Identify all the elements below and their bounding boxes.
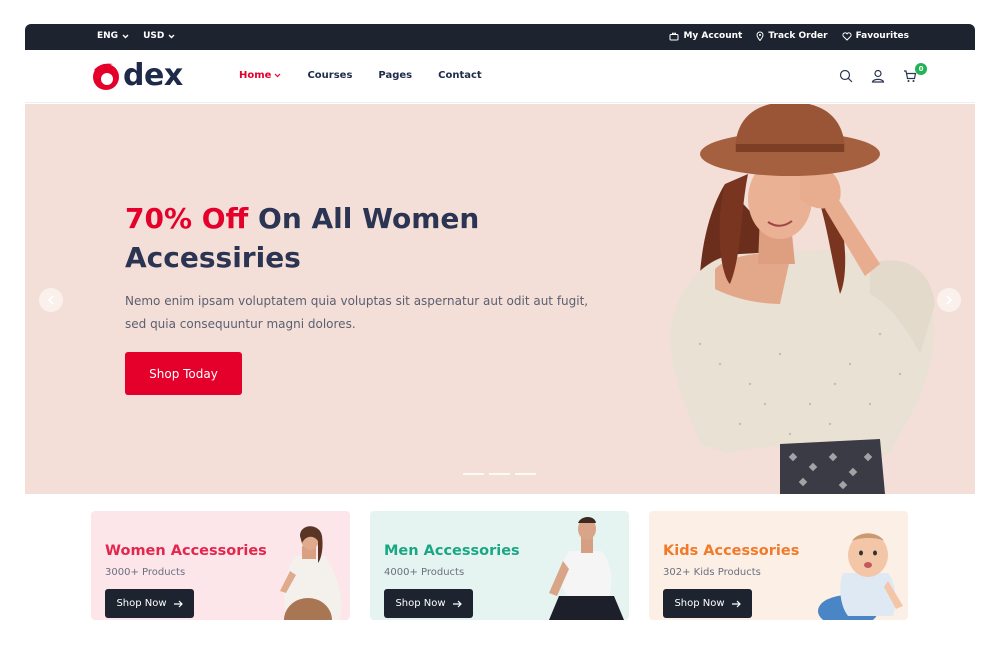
nav-home-label: Home xyxy=(239,70,272,81)
track-order-link[interactable]: Track Order xyxy=(756,31,828,41)
my-account-link[interactable]: My Account xyxy=(669,31,742,41)
category-subtitle: 4000+ Products xyxy=(384,567,465,578)
logo[interactable]: dex xyxy=(91,58,183,93)
category-title: Women Accessories xyxy=(105,543,267,559)
category-title: Kids Accessories xyxy=(663,543,800,559)
category-subtitle: 302+ Kids Products xyxy=(663,567,761,578)
my-account-label: My Account xyxy=(683,31,743,41)
hero-slider: 70% Off On All Women Accessiries Nemo en… xyxy=(25,104,975,494)
slider-dot[interactable] xyxy=(489,473,510,475)
currency-value: USD xyxy=(143,31,165,41)
arrow-right-icon xyxy=(452,600,462,607)
hero-description: Nemo enim ipsam voluptatem quia voluptas… xyxy=(125,294,589,331)
slider-dot[interactable] xyxy=(515,473,536,475)
main-header: dex Home Courses Pages Contact 0 xyxy=(25,50,975,103)
logo-text: dex xyxy=(123,58,183,93)
category-card-women[interactable]: Women Accessories 3000+ Products Shop No… xyxy=(91,511,350,620)
hero-title-highlight: 70% Off xyxy=(125,202,249,235)
shop-now-button[interactable]: Shop Now xyxy=(105,589,194,618)
nav-home[interactable]: Home xyxy=(239,70,281,81)
category-card-men[interactable]: Men Accessories 4000+ Products Shop Now xyxy=(370,511,629,620)
slider-prev-button[interactable] xyxy=(39,288,63,312)
favourites-link[interactable]: Favourites xyxy=(841,31,909,41)
shop-today-button[interactable]: Shop Today xyxy=(125,352,242,395)
nav-courses-label: Courses xyxy=(307,70,353,81)
header-actions: 0 xyxy=(839,63,927,84)
category-title: Men Accessories xyxy=(384,543,520,559)
chevron-down-icon xyxy=(275,73,281,78)
nav-contact[interactable]: Contact xyxy=(438,70,482,81)
top-bar: ENG USD My Account Track Order Favourite… xyxy=(25,24,975,50)
men-model-image xyxy=(549,517,624,620)
chevron-down-icon xyxy=(122,34,129,38)
user-icon xyxy=(871,69,885,83)
hero-title: 70% Off On All Women Accessiries xyxy=(125,199,545,277)
nav-contact-label: Contact xyxy=(438,70,482,81)
women-model-image xyxy=(280,526,342,620)
nav-courses[interactable]: Courses xyxy=(307,70,352,81)
shop-now-label: Shop Now xyxy=(116,598,167,609)
main-nav: Home Courses Pages Contact xyxy=(239,70,482,81)
track-order-label: Track Order xyxy=(768,31,828,41)
search-button[interactable] xyxy=(839,68,855,84)
page-frame: ENG USD My Account Track Order Favourite… xyxy=(25,24,975,620)
category-cards: Women Accessories 3000+ Products Shop No… xyxy=(91,511,908,620)
slider-dot[interactable] xyxy=(463,473,484,475)
hero-model-image xyxy=(670,104,935,494)
location-pin-icon xyxy=(756,31,764,41)
briefcase-icon xyxy=(669,32,679,40)
nav-pages[interactable]: Pages xyxy=(378,70,412,81)
arrow-right-icon xyxy=(173,600,183,607)
shop-now-label: Shop Now xyxy=(395,598,446,609)
chevron-right-icon xyxy=(946,295,953,305)
category-card-kids[interactable]: Kids Accessories 302+ Kids Products Shop… xyxy=(649,511,908,620)
kid-model-image xyxy=(818,533,903,620)
language-selector[interactable]: ENG xyxy=(97,31,129,41)
category-subtitle: 3000+ Products xyxy=(105,567,186,578)
shop-now-button[interactable]: Shop Now xyxy=(663,589,752,618)
cart-count-badge: 0 xyxy=(915,63,927,75)
shop-now-label: Shop Now xyxy=(674,598,725,609)
slider-dots xyxy=(463,473,536,475)
cart-button[interactable]: 0 xyxy=(903,63,927,84)
chevron-down-icon xyxy=(168,34,175,38)
arrow-right-icon xyxy=(731,600,741,607)
account-button[interactable] xyxy=(871,68,887,84)
chevron-left-icon xyxy=(47,295,54,305)
language-value: ENG xyxy=(97,31,119,41)
currency-selector[interactable]: USD xyxy=(143,31,175,41)
slider-next-button[interactable] xyxy=(937,288,961,312)
favourites-label: Favourites xyxy=(855,31,909,41)
nav-pages-label: Pages xyxy=(378,70,413,81)
shop-now-button[interactable]: Shop Now xyxy=(384,589,473,618)
logo-mark-icon xyxy=(93,63,119,90)
search-icon xyxy=(839,69,853,83)
heart-icon xyxy=(841,31,852,41)
